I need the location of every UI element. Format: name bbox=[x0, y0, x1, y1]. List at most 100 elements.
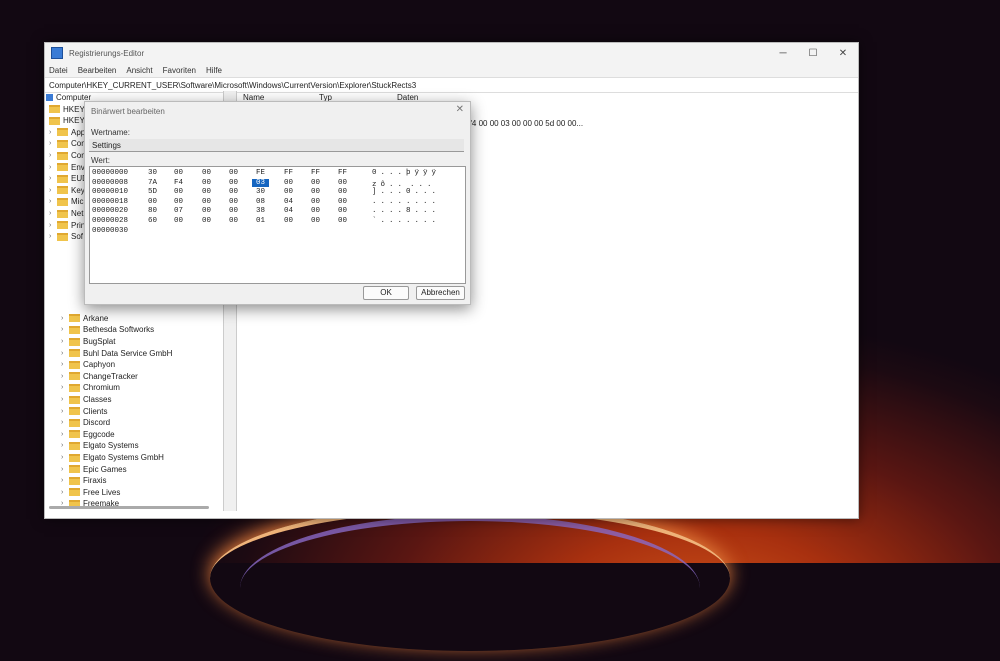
menu-hilfe[interactable]: Hilfe bbox=[206, 66, 222, 75]
hex-byte[interactable]: FF bbox=[284, 169, 293, 177]
hex-byte[interactable]: 00 bbox=[338, 217, 347, 225]
chevron-right-icon[interactable]: › bbox=[61, 454, 69, 461]
hex-byte[interactable]: FF bbox=[311, 169, 320, 177]
hex-byte[interactable]: 00 bbox=[229, 188, 238, 196]
menu-favoriten[interactable]: Favoriten bbox=[163, 66, 196, 75]
chevron-right-icon[interactable]: › bbox=[61, 442, 69, 449]
tree-item-software-2[interactable]: › BugSplat bbox=[61, 336, 115, 347]
hex-row[interactable]: 00000010 5D 00 00 00 30 00 00 00]...0... bbox=[92, 188, 462, 198]
hex-ascii[interactable]: ....8... bbox=[372, 207, 440, 215]
hex-byte[interactable]: 00 bbox=[284, 188, 293, 196]
hex-byte[interactable]: 00 bbox=[284, 179, 293, 187]
hex-byte[interactable]: 30 bbox=[256, 188, 265, 196]
hex-row[interactable]: 00000018 00 00 00 00 08 04 00 00........ bbox=[92, 198, 462, 208]
hex-row[interactable]: 00000030 bbox=[92, 227, 462, 237]
hex-byte[interactable]: 7A bbox=[148, 179, 157, 187]
tree-item-software-3[interactable]: › Buhl Data Service GmbH bbox=[61, 348, 172, 359]
chevron-right-icon[interactable]: › bbox=[49, 140, 57, 147]
hex-byte[interactable]: 00 bbox=[311, 179, 320, 187]
tree-item-3[interactable]: › Con bbox=[49, 138, 86, 149]
chevron-right-icon[interactable]: › bbox=[49, 187, 57, 194]
hex-byte[interactable]: FF bbox=[338, 169, 347, 177]
hex-byte[interactable]: 03 bbox=[252, 179, 269, 187]
chevron-right-icon[interactable]: › bbox=[61, 315, 69, 322]
menu-datei[interactable]: Datei bbox=[49, 66, 68, 75]
hex-byte[interactable]: 04 bbox=[284, 198, 293, 206]
chevron-right-icon[interactable]: › bbox=[49, 152, 57, 159]
tree-item-11[interactable]: › Sof bbox=[49, 231, 83, 242]
chevron-right-icon[interactable]: › bbox=[61, 489, 69, 496]
cancel-button[interactable]: Abbrechen bbox=[416, 286, 465, 300]
hex-byte[interactable]: 00 bbox=[202, 169, 211, 177]
tree-item-software-5[interactable]: › ChangeTracker bbox=[61, 371, 138, 382]
tree-item-software-10[interactable]: › Eggcode bbox=[61, 429, 115, 440]
hex-byte[interactable]: 00 bbox=[311, 188, 320, 196]
hex-byte[interactable]: 00 bbox=[284, 217, 293, 225]
hex-byte[interactable]: 00 bbox=[311, 207, 320, 215]
maximize-button[interactable]: ☐ bbox=[798, 48, 828, 59]
hex-byte[interactable]: 00 bbox=[338, 179, 347, 187]
hex-byte[interactable]: 00 bbox=[229, 198, 238, 206]
hex-byte[interactable]: 80 bbox=[148, 207, 157, 215]
hex-ascii[interactable]: 0...þÿÿÿ bbox=[372, 169, 440, 177]
chevron-right-icon[interactable]: › bbox=[49, 198, 57, 205]
hex-byte[interactable]: 00 bbox=[229, 179, 238, 187]
hex-byte[interactable]: 04 bbox=[284, 207, 293, 215]
tree-item-software-11[interactable]: › Elgato Systems bbox=[61, 440, 139, 451]
tree-item-1[interactable]: HKEY_ bbox=[45, 115, 89, 126]
hex-byte[interactable]: FE bbox=[256, 169, 265, 177]
chevron-right-icon[interactable]: › bbox=[61, 361, 69, 368]
hex-byte[interactable]: 00 bbox=[311, 217, 320, 225]
chevron-right-icon[interactable]: › bbox=[61, 466, 69, 473]
tree-item-software-7[interactable]: › Classes bbox=[61, 394, 111, 405]
chevron-right-icon[interactable]: › bbox=[49, 164, 57, 171]
chevron-right-icon[interactable]: › bbox=[49, 233, 57, 240]
hex-byte[interactable]: F4 bbox=[174, 179, 183, 187]
menu-bearbeiten[interactable]: Bearbeiten bbox=[78, 66, 117, 75]
tree-item-software-4[interactable]: › Caphyon bbox=[61, 359, 115, 370]
tree-item-software-8[interactable]: › Clients bbox=[61, 406, 107, 417]
tree-item-software-15[interactable]: › Free Lives bbox=[61, 487, 120, 498]
tree-item-software-0[interactable]: › Arkane bbox=[61, 313, 108, 324]
chevron-right-icon[interactable]: › bbox=[49, 129, 57, 136]
hex-byte[interactable]: 00 bbox=[311, 198, 320, 206]
hex-byte[interactable]: 00 bbox=[202, 188, 211, 196]
hex-byte[interactable]: 00 bbox=[229, 207, 238, 215]
tree-item-software-13[interactable]: › Epic Games bbox=[61, 464, 127, 475]
hex-byte[interactable]: 00 bbox=[202, 179, 211, 187]
hex-byte[interactable]: 30 bbox=[148, 169, 157, 177]
chevron-right-icon[interactable]: › bbox=[61, 431, 69, 438]
hex-byte[interactable]: 5D bbox=[148, 188, 157, 196]
chevron-right-icon[interactable]: › bbox=[61, 338, 69, 345]
hex-row[interactable]: 00000000 30 00 00 00 FE FF FF FF 0...þÿÿÿ bbox=[92, 169, 462, 179]
value-name-field[interactable]: Settings bbox=[89, 139, 464, 152]
tree-item-8[interactable]: › Mic bbox=[49, 196, 83, 207]
hex-ascii[interactable]: ........ bbox=[372, 198, 440, 206]
hex-byte[interactable]: 00 bbox=[174, 217, 183, 225]
chevron-right-icon[interactable]: › bbox=[49, 175, 57, 182]
chevron-right-icon[interactable]: › bbox=[61, 326, 69, 333]
chevron-right-icon[interactable]: › bbox=[61, 350, 69, 357]
chevron-right-icon[interactable]: › bbox=[61, 384, 69, 391]
hex-ascii[interactable]: `....... bbox=[372, 217, 440, 225]
hex-ascii[interactable]: ]...0... bbox=[372, 188, 440, 196]
hex-byte[interactable]: 00 bbox=[338, 207, 347, 215]
tree-item-9[interactable]: › Net bbox=[49, 208, 83, 219]
hex-byte[interactable]: 38 bbox=[256, 207, 265, 215]
tree-item-4[interactable]: › Con bbox=[49, 150, 86, 161]
value-row-data[interactable]: a f4 00 00 03 00 00 00 5d 00 00... bbox=[463, 119, 583, 128]
hex-row[interactable]: 00000020 80 07 00 00 38 04 00 00 ....8... bbox=[92, 207, 462, 217]
chevron-right-icon[interactable]: › bbox=[61, 408, 69, 415]
hex-byte[interactable]: 00 bbox=[202, 198, 211, 206]
hex-byte[interactable]: 00 bbox=[338, 188, 347, 196]
hex-byte[interactable]: 00 bbox=[229, 169, 238, 177]
hex-editor[interactable]: 00000000 30 00 00 00 FE FF FF FF 0...þÿÿÿ 00000008… bbox=[89, 166, 466, 284]
chevron-right-icon[interactable]: › bbox=[61, 419, 69, 426]
tree-item-software-1[interactable]: › Bethesda Softworks bbox=[61, 324, 154, 335]
hex-byte[interactable]: 00 bbox=[338, 198, 347, 206]
tree-item-software-12[interactable]: › Elgato Systems GmbH bbox=[61, 452, 164, 463]
hex-byte[interactable]: 00 bbox=[202, 217, 211, 225]
minimize-button[interactable]: ─ bbox=[768, 48, 798, 59]
hex-byte[interactable]: 60 bbox=[148, 217, 157, 225]
hex-row[interactable]: 00000008 7A F4 00 00 03 00 00 00 zô..... bbox=[92, 179, 462, 189]
